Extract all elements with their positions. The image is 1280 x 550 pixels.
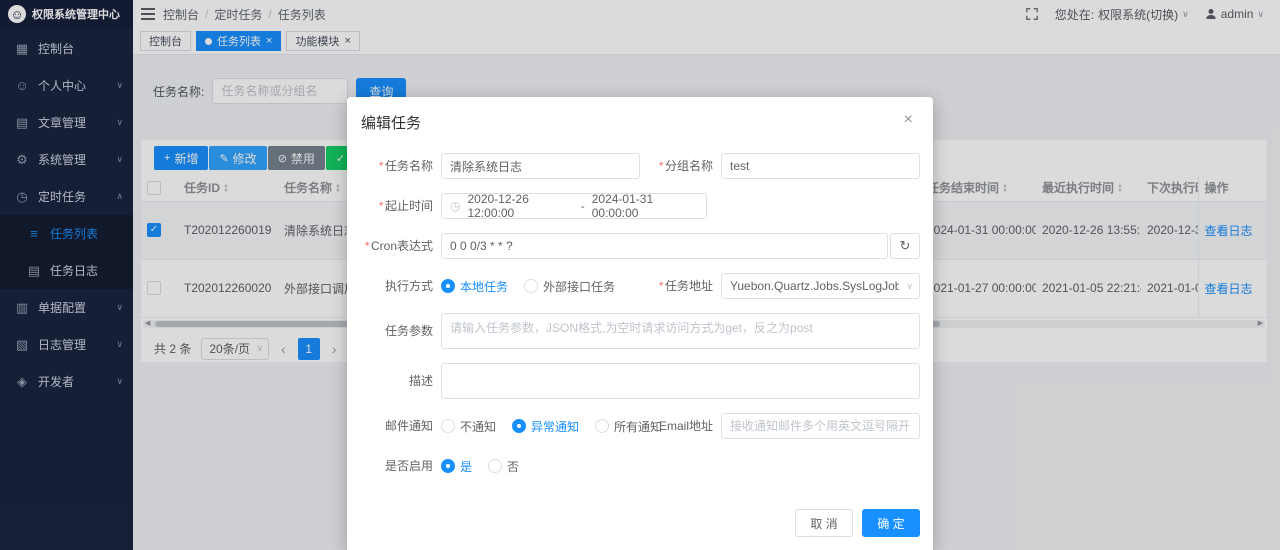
radio-error-notify[interactable]: 异常通知 [512, 418, 579, 435]
close-icon[interactable]: × [904, 112, 913, 128]
group-name-label: * 分组名称 [658, 159, 713, 173]
radio-enabled-no[interactable]: 否 [488, 458, 519, 475]
radio-icon [441, 279, 455, 293]
task-address-select[interactable]: Yuebon.Quartz.Jobs.SysLogJob ∨ [721, 273, 920, 299]
task-address-label: * 任务地址 [658, 279, 713, 293]
group-name-field[interactable] [721, 153, 920, 179]
radio-icon [512, 419, 527, 433]
cron-refresh-button[interactable]: ↻ [890, 233, 920, 259]
radio-icon [488, 459, 503, 473]
radio-no-notify[interactable]: 不通知 [441, 418, 496, 435]
task-params-field[interactable] [441, 313, 920, 349]
task-name-field[interactable] [441, 153, 640, 179]
confirm-button[interactable]: 确 定 [862, 509, 920, 537]
cron-label: * Cron表达式 [364, 239, 433, 253]
radio-external-task[interactable]: 外部接口任务 [524, 278, 615, 295]
dialog-body: *任务名称 *分组名称 *起止时间 ◷ 2020-12-26 12:00:00 … [347, 139, 933, 479]
cancel-button[interactable]: 取 消 [795, 509, 853, 537]
radio-icon [524, 279, 539, 293]
cron-field[interactable] [441, 233, 888, 259]
range-end: 2024-01-31 00:00:00 [591, 192, 654, 220]
description-label: 描述 [408, 374, 433, 388]
email-address-field[interactable] [721, 413, 920, 439]
task-name-label: * 任务名称 [378, 159, 433, 173]
dialog-title: 编辑任务 [361, 115, 422, 132]
radio-enabled-yes[interactable]: 是 [441, 458, 472, 475]
email-notify-label: 邮件通知 [384, 419, 433, 433]
dialog-footer: 取 消 确 定 [795, 509, 920, 537]
radio-icon [441, 459, 455, 473]
email-address-label: Email地址 [658, 419, 713, 433]
exec-mode-label: 执行方式 [384, 279, 433, 293]
refresh-icon: ↻ [899, 238, 911, 253]
edit-task-dialog: 编辑任务 × *任务名称 *分组名称 *起止时间 ◷ 2020-12-26 12… [347, 97, 933, 550]
datetime-range-picker[interactable]: ◷ 2020-12-26 12:00:00 - 2024-01-31 00:00… [441, 192, 707, 220]
task-params-label: 任务参数 [384, 324, 433, 338]
radio-local-task[interactable]: 本地任务 [441, 278, 508, 295]
radio-icon [595, 419, 610, 433]
enabled-label: 是否启用 [384, 459, 433, 473]
radio-icon [441, 419, 455, 433]
range-start: 2020-12-26 12:00:00 [467, 192, 529, 220]
range-separator: - [580, 199, 585, 213]
dialog-header: 编辑任务 × [347, 97, 933, 139]
clock-icon: ◷ [450, 199, 461, 213]
time-range-label: * 起止时间 [378, 199, 433, 213]
description-field[interactable] [441, 363, 920, 399]
chevron-down-icon: ∨ [906, 280, 913, 291]
